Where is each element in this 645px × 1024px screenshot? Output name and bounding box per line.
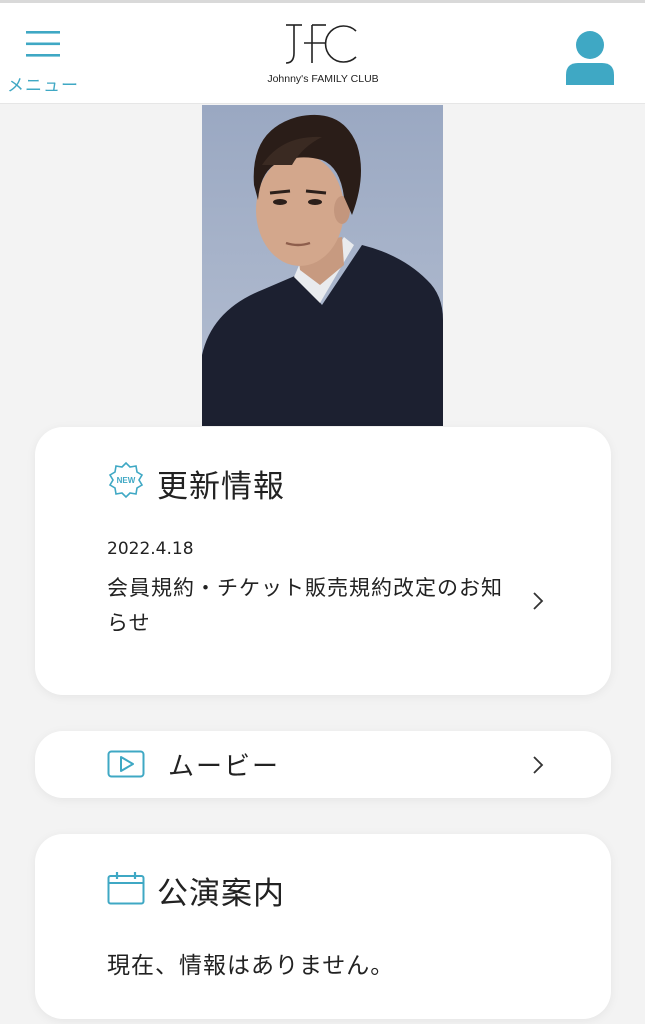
menu-button[interactable]: メニュー xyxy=(6,23,80,97)
menu-label: メニュー xyxy=(7,76,79,96)
news-card: NEW 更新情報 2022.4.18 会員規約・チケット販売規約改定のお知らせ xyxy=(35,427,611,695)
movie-card[interactable]: ムービー xyxy=(35,731,611,798)
play-icon xyxy=(107,750,145,778)
jfc-logo-mark xyxy=(285,24,357,64)
jfc-logo[interactable]: Johnny's FAMILY CLUB xyxy=(258,21,388,91)
movie-label: ムービー xyxy=(168,752,281,782)
hamburger-icon xyxy=(26,31,60,57)
user-icon xyxy=(566,31,614,85)
news-date: 2022.4.18 xyxy=(107,539,194,559)
app-header: メニュー Johnny's FAMILY CLUB xyxy=(0,0,645,104)
shows-card: 公演案内 現在、情報はありません。 xyxy=(35,834,611,1019)
chevron-right-icon xyxy=(533,592,544,610)
news-title: 更新情報 xyxy=(157,469,285,505)
new-badge-icon: NEW xyxy=(108,461,144,499)
svg-text:NEW: NEW xyxy=(117,476,136,485)
artist-portrait xyxy=(202,105,443,426)
calendar-icon xyxy=(107,872,145,905)
news-item[interactable]: 2022.4.18 会員規約・チケット販売規約改定のお知らせ xyxy=(107,535,577,635)
news-text: 会員規約・チケット販売規約改定のお知らせ xyxy=(107,576,503,635)
chevron-right-icon xyxy=(533,756,544,774)
shows-title: 公演案内 xyxy=(157,876,285,912)
hero-image xyxy=(202,105,443,426)
logo-text: Johnny's FAMILY CLUB xyxy=(267,73,379,85)
shows-empty-message: 現在、情報はありません。 xyxy=(107,953,395,979)
account-button[interactable] xyxy=(562,29,618,87)
